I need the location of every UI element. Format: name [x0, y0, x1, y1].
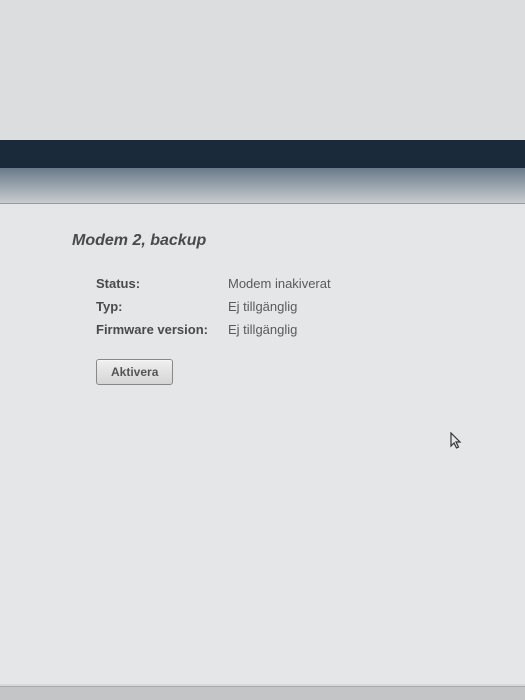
type-value: Ej tillgänglig — [228, 299, 297, 314]
status-label: Status: — [96, 276, 228, 291]
firmware-label: Firmware version: — [96, 322, 228, 337]
section-title: Modem 2, backup — [72, 232, 525, 250]
header-bar — [0, 140, 525, 168]
activate-button[interactable]: Aktivera — [96, 359, 173, 385]
status-row: Status: Modem inakiverat — [96, 276, 525, 291]
content-panel: Modem 2, backup Status: Modem inakiverat… — [0, 204, 525, 684]
info-table: Status: Modem inakiverat Typ: Ej tillgän… — [96, 276, 525, 337]
button-row: Aktivera — [96, 359, 525, 385]
firmware-row: Firmware version: Ej tillgänglig — [96, 322, 525, 337]
sub-bar — [0, 168, 525, 204]
top-spacer — [0, 0, 525, 140]
firmware-value: Ej tillgänglig — [228, 322, 297, 337]
status-value: Modem inakiverat — [228, 276, 331, 291]
bottom-edge — [0, 686, 525, 700]
type-row: Typ: Ej tillgänglig — [96, 299, 525, 314]
type-label: Typ: — [96, 299, 228, 314]
